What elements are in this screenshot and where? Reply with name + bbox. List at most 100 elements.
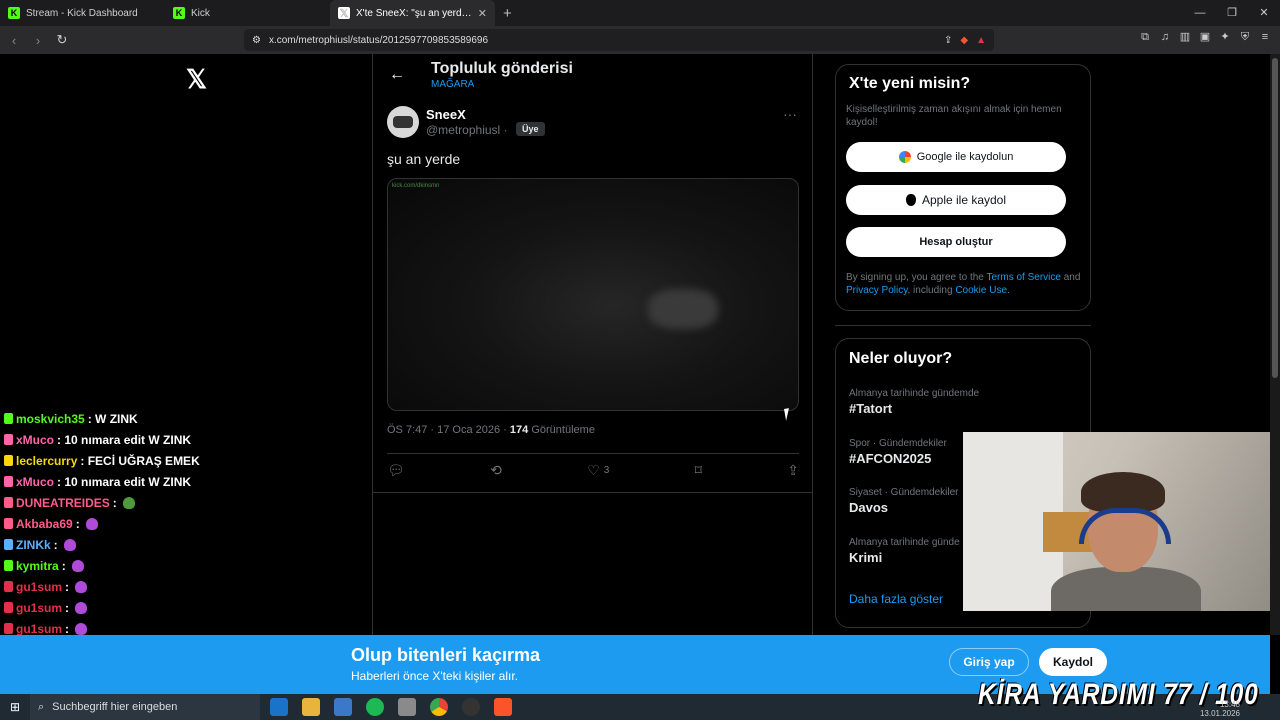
chat-text: : xyxy=(112,495,117,510)
chat-message: kymitra: xyxy=(4,555,264,576)
webcam-overlay xyxy=(963,432,1280,611)
reply-icon[interactable]: 💬︎ xyxy=(387,462,405,479)
apple-icon xyxy=(905,194,916,206)
taskbar-clock: 13:48 13.01.2026 xyxy=(1200,700,1240,718)
chat-badge-icon xyxy=(4,434,13,445)
sidebar-icon[interactable]: ▥ xyxy=(1178,30,1192,44)
chat-username[interactable]: xMuco xyxy=(16,475,54,489)
signup-button[interactable]: Kaydol xyxy=(1039,648,1107,676)
emote-icon xyxy=(85,517,98,530)
brave-rewards-icon[interactable]: ▲ xyxy=(976,35,986,46)
trend-item[interactable]: Almanya tarihinde gündemde #Tatort xyxy=(849,388,1079,416)
windows-start-icon[interactable]: ⊞ xyxy=(0,700,30,714)
terms-link[interactable]: Terms of Service xyxy=(986,272,1060,283)
show-more-link[interactable]: Daha fazla göster xyxy=(849,592,943,606)
site-info-icon[interactable]: ⚙ xyxy=(252,35,261,46)
google-icon xyxy=(898,151,911,163)
tab-label: X'te SneeX: "şu an yerde http: xyxy=(356,7,472,19)
restore-icon[interactable]: ❐ xyxy=(1216,0,1248,26)
chat-username[interactable]: leclercurry xyxy=(16,454,77,468)
divider xyxy=(387,453,799,454)
emote-icon xyxy=(75,580,88,593)
chat-text: : xyxy=(53,537,58,552)
back-arrow-icon[interactable]: ← xyxy=(389,66,405,84)
kick-icon: K xyxy=(8,7,20,19)
back-icon[interactable]: ‹ xyxy=(4,33,24,48)
file-explorer-icon[interactable] xyxy=(302,698,320,716)
scrollbar[interactable] xyxy=(1270,54,1280,635)
chat-text: : FECİ UĞRAŞ EMEK xyxy=(80,453,200,468)
forward-icon[interactable]: › xyxy=(28,33,48,48)
spotify-icon[interactable] xyxy=(366,698,384,716)
repost-icon[interactable]: ⟲ xyxy=(490,462,502,479)
chat-username[interactable]: gu1sum xyxy=(16,601,62,615)
share-icon[interactable]: ⇪ xyxy=(944,35,952,46)
menu-icon[interactable]: ≡ xyxy=(1258,30,1272,44)
obs-icon[interactable] xyxy=(462,698,480,716)
tab-kick-dashboard[interactable]: K Stream - Kick Dashboard xyxy=(0,0,165,26)
handle[interactable]: @metrophiusl · xyxy=(426,123,508,137)
post-column: ← Topluluk gönderisi MAĞARA SneeX @metro… xyxy=(373,54,812,694)
close-tab-icon[interactable]: ✕ xyxy=(478,7,487,20)
privacy-link[interactable]: Privacy Policy xyxy=(846,285,908,296)
banner-subtitle: Haberleri önce X'teki kişiler alır. xyxy=(351,669,519,683)
chat-username[interactable]: gu1sum xyxy=(16,580,62,594)
post-video[interactable]: kick.com/dkinsmn xyxy=(387,178,799,411)
create-account-button[interactable]: Hesap oluştur xyxy=(846,227,1066,257)
login-button[interactable]: Giriş yap xyxy=(949,648,1029,676)
chat-text: : 10 nımara edit W ZINK xyxy=(57,474,192,489)
scrollbar-thumb[interactable] xyxy=(1272,58,1278,378)
media-icon[interactable]: ♫ xyxy=(1158,30,1172,44)
signup-card: X'te yeni misin? Kişiselleştirilmiş zama… xyxy=(835,64,1091,311)
new-tab-button[interactable]: + xyxy=(495,5,520,22)
chat-username[interactable]: gu1sum xyxy=(16,622,62,636)
more-options-icon[interactable]: ··· xyxy=(783,106,797,122)
like-count: 3 xyxy=(603,465,610,476)
leo-icon[interactable]: ✦ xyxy=(1218,30,1232,44)
chat-message: moskvich35: W ZINK xyxy=(4,408,264,429)
brave-shield-icon[interactable]: ◆ xyxy=(960,35,968,46)
minimize-icon[interactable]: — xyxy=(1184,0,1216,26)
brave-icon[interactable] xyxy=(494,698,512,716)
emote-icon xyxy=(63,538,76,551)
community-link[interactable]: MAĞARA xyxy=(431,79,474,90)
reload-icon[interactable]: ↻ xyxy=(52,32,72,48)
chat-username[interactable]: xMuco xyxy=(16,433,54,447)
store-icon[interactable] xyxy=(334,698,352,716)
apple-signup-label: Apple ile kaydol xyxy=(921,193,1007,207)
avatar[interactable] xyxy=(387,106,419,138)
chat-username[interactable]: kymitra xyxy=(16,559,59,573)
edge-icon[interactable] xyxy=(270,698,288,716)
apple-signup-button[interactable]: Apple ile kaydol xyxy=(846,185,1066,215)
signup-title: X'te yeni misin? xyxy=(849,75,971,92)
tab-kick[interactable]: K Kick xyxy=(165,0,330,26)
taskbar-search[interactable]: ⌕ Suchbegriff hier eingeben xyxy=(30,694,260,720)
wallet-icon[interactable]: ▣ xyxy=(1198,30,1212,44)
cookie-link[interactable]: Cookie Use. xyxy=(955,285,1009,296)
chat-username[interactable]: DUNEATREIDES xyxy=(16,496,110,510)
chat-badge-icon xyxy=(4,560,13,571)
bookmark-icon[interactable]: ⌑ xyxy=(695,462,702,479)
tab-x-post[interactable]: 𝕏 X'te SneeX: "şu an yerde http: ✕ xyxy=(330,0,495,26)
chat-username[interactable]: Akbaba69 xyxy=(16,517,73,531)
close-window-icon[interactable]: ✕ xyxy=(1248,0,1280,26)
post-actions: 💬︎ ⟲ ♡ 3 ⌑ ⇪ xyxy=(387,462,799,479)
taskbar-apps xyxy=(270,698,512,716)
chat-username[interactable]: ZINKk xyxy=(16,538,51,552)
window-controls: — ❐ ✕ xyxy=(1184,0,1280,26)
extensions-icon[interactable]: ⧉ xyxy=(1138,30,1152,44)
like-button[interactable]: ♡ 3 xyxy=(587,462,609,479)
chat-username[interactable]: moskvich35 xyxy=(16,412,85,426)
chat-badge-icon xyxy=(4,455,13,466)
google-signup-button[interactable]: Google ile kaydolun xyxy=(846,142,1066,172)
chrome-icon[interactable] xyxy=(430,698,448,716)
google-signup-label: Google ile kaydolun xyxy=(916,151,1014,163)
display-name[interactable]: SneeX xyxy=(426,107,466,122)
calculator-icon[interactable] xyxy=(398,698,416,716)
post-time[interactable]: ÖS 7:47 · 17 Oca 2026 · xyxy=(387,424,507,436)
tab-label: Stream - Kick Dashboard xyxy=(26,7,138,19)
x-logo-icon[interactable]: 𝕏 xyxy=(186,64,207,95)
address-bar[interactable]: ⚙ x.com/metrophiusl/status/2012597709853… xyxy=(244,29,994,51)
vpn-icon[interactable]: ⛨ xyxy=(1238,30,1252,44)
share-icon[interactable]: ⇪ xyxy=(787,462,799,479)
